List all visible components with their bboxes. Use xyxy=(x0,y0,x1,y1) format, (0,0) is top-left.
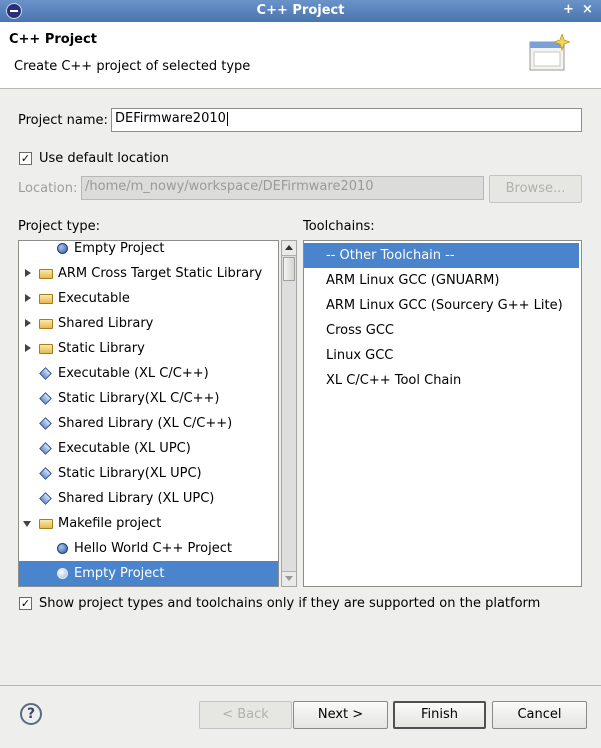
button-bar-separator xyxy=(0,685,601,686)
folder-icon xyxy=(39,344,53,354)
project-type-item[interactable]: Executable xyxy=(19,286,278,311)
project-name-input[interactable]: DEFirmware2010 xyxy=(111,108,582,132)
diamond-icon xyxy=(39,467,52,480)
project-type-scrollbar[interactable] xyxy=(281,240,297,587)
location-label: Location: xyxy=(18,181,78,196)
folder-icon xyxy=(39,269,53,279)
project-dot-icon xyxy=(57,543,68,554)
project-type-item[interactable]: Makefile project xyxy=(19,511,278,536)
collapsed-arrow-icon[interactable] xyxy=(25,319,31,327)
diamond-icon xyxy=(39,492,52,505)
project-type-item[interactable]: Shared Library (XL UPC) xyxy=(19,486,278,511)
diamond-icon xyxy=(39,392,52,405)
project-type-item[interactable]: Static Library xyxy=(19,336,278,361)
project-type-item[interactable]: Empty Project xyxy=(19,241,278,261)
project-type-item[interactable]: Executable (XL UPC) xyxy=(19,436,278,461)
browse-button[interactable]: Browse... xyxy=(489,175,582,203)
new-project-wizard-icon xyxy=(529,34,570,71)
finish-button[interactable]: Finish xyxy=(393,701,486,729)
project-type-item[interactable]: Shared Library (XL C/C++) xyxy=(19,411,278,436)
project-type-tree[interactable]: Empty Project ARM Cross Target Static Lib… xyxy=(18,240,279,587)
collapsed-arrow-icon[interactable] xyxy=(25,294,31,302)
wizard-page-title: C++ Project xyxy=(9,32,97,47)
project-type-item-label: Shared Library (XL UPC) xyxy=(58,491,215,506)
cancel-button[interactable]: Cancel xyxy=(492,701,587,729)
project-type-item[interactable]: Static Library(XL UPC) xyxy=(19,461,278,486)
project-type-item-label: Static Library(XL UPC) xyxy=(58,466,202,481)
help-icon[interactable]: ? xyxy=(20,703,42,725)
text-caret xyxy=(226,111,228,126)
project-type-item-label: Static Library xyxy=(58,341,145,356)
project-type-item-label: Shared Library xyxy=(58,316,154,331)
project-dot-icon xyxy=(57,568,68,579)
project-type-item[interactable]: ARM Cross Target Static Library xyxy=(19,261,278,286)
project-type-item-label: Static Library(XL C/C++) xyxy=(58,391,220,406)
expanded-arrow-icon[interactable] xyxy=(23,521,31,527)
project-type-item[interactable]: Shared Library xyxy=(19,311,278,336)
project-type-item[interactable]: Empty Project xyxy=(19,561,278,586)
back-button[interactable]: < Back xyxy=(199,701,292,729)
scroll-up-arrow-icon[interactable] xyxy=(282,241,296,256)
use-default-location-checkbox[interactable]: ✓ xyxy=(19,152,32,165)
collapsed-arrow-icon[interactable] xyxy=(25,269,31,277)
maximize-icon[interactable]: + xyxy=(563,2,574,17)
project-type-item-label: Empty Project xyxy=(74,566,165,581)
project-type-item[interactable]: Static Library(XL C/C++) xyxy=(19,386,278,411)
project-name-label: Project name: xyxy=(18,113,108,128)
close-icon[interactable]: × xyxy=(582,2,593,17)
wizard-page-description: Create C++ project of selected type xyxy=(14,59,251,74)
diamond-icon xyxy=(39,367,52,380)
collapsed-arrow-icon[interactable] xyxy=(25,344,31,352)
location-value: /home/m_nowy/workspace/DEFirmware2010 xyxy=(85,179,374,194)
project-type-item-label: Shared Library (XL C/C++) xyxy=(58,416,233,431)
project-type-item-label: Executable (XL C/C++) xyxy=(58,366,209,381)
project-type-item[interactable]: Executable (XL C/C++) xyxy=(19,361,278,386)
project-dot-icon xyxy=(57,243,68,254)
diamond-icon xyxy=(39,417,52,430)
project-type-label: Project type: xyxy=(18,219,101,234)
next-button[interactable]: Next > xyxy=(293,701,388,729)
show-supported-label: Show project types and toolchains only i… xyxy=(39,596,541,611)
folder-icon xyxy=(39,319,53,329)
project-type-item-label: Hello World C++ Project xyxy=(74,541,232,556)
title-bar: C++ Project + × xyxy=(0,0,601,22)
show-supported-checkbox[interactable]: ✓ xyxy=(19,597,32,610)
folder-icon xyxy=(39,519,53,529)
scroll-down-arrow-icon[interactable] xyxy=(282,571,296,586)
project-type-item-label: Empty Project xyxy=(74,241,165,256)
project-type-item-label: Executable (XL UPC) xyxy=(58,441,191,456)
window-title: C++ Project xyxy=(256,3,345,18)
toolchains-label: Toolchains: xyxy=(303,219,375,234)
diamond-icon xyxy=(39,442,52,455)
location-input[interactable]: /home/m_nowy/workspace/DEFirmware2010 xyxy=(81,176,484,200)
project-type-item[interactable]: Hello World C++ Project xyxy=(19,536,278,561)
toolchain-item[interactable]: XL C/C++ Tool Chain xyxy=(304,368,579,393)
scrollbar-thumb[interactable] xyxy=(283,257,295,281)
project-type-item-label: Makefile project xyxy=(58,516,162,531)
project-type-item-label: ARM Cross Target Static Library xyxy=(58,266,263,281)
toolchain-item[interactable]: ARM Linux GCC (GNUARM) xyxy=(304,268,579,293)
project-name-value: DEFirmware2010 xyxy=(115,111,226,126)
folder-icon xyxy=(39,294,53,304)
toolchain-item[interactable]: ARM Linux GCC (Sourcery G++ Lite) xyxy=(304,293,579,318)
use-default-location-label: Use default location xyxy=(39,151,169,166)
toolchain-item[interactable]: -- Other Toolchain -- xyxy=(304,243,579,268)
wizard-header: C++ Project Create C++ project of select… xyxy=(0,22,601,89)
project-type-item-label: Executable xyxy=(58,291,130,306)
toolchain-item[interactable]: Linux GCC xyxy=(304,343,579,368)
toolchains-list[interactable]: -- Other Toolchain -- ARM Linux GCC (GNUA… xyxy=(303,240,582,587)
toolchain-item[interactable]: Cross GCC xyxy=(304,318,579,343)
